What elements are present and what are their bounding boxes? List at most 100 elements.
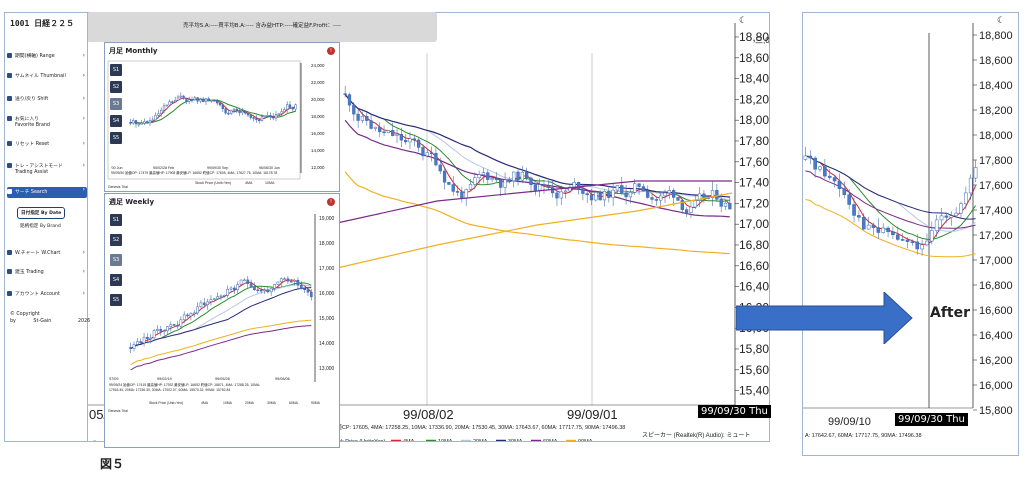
bar-info-text: 99/09/30 始値OP: 17479 最高値HP: 17908 最安値LP:… xyxy=(111,170,277,175)
candle xyxy=(676,197,680,201)
candle xyxy=(628,191,633,198)
legend-label: 4MA xyxy=(245,181,253,185)
speed-button-s5[interactable]: S5 xyxy=(110,294,122,306)
sidebar: 1001 日経２２５ 期間(横軸) Range › サムネイル Thumbnail ›… xyxy=(4,12,90,442)
chevron-right-icon: › xyxy=(82,72,85,79)
chevron-right-icon: › xyxy=(82,290,85,297)
sidebar-item-3[interactable]: お気に入り Favorite Brand › xyxy=(7,116,87,129)
weekly-chart-panel[interactable]: 週足 Weekly ! 19,000 18,000 17,000 16,000 15,0… xyxy=(104,193,340,448)
candle xyxy=(684,209,689,213)
sidebar-item-6[interactable]: サーチ Search › xyxy=(7,187,87,198)
sidebar-item-9[interactable]: アカウント Account › xyxy=(7,291,87,298)
sidebar-item-5[interactable]: トレ・アシストモード Trading Assist › xyxy=(7,163,87,176)
right-arrow-icon xyxy=(736,292,913,344)
candle xyxy=(598,192,602,201)
candle xyxy=(263,289,266,291)
sidebar-item-label: 期間(横軸) Range xyxy=(15,54,55,59)
sidebar-item-8[interactable]: 建玉 Trading › xyxy=(7,269,87,276)
candle xyxy=(646,190,650,198)
candle xyxy=(702,193,706,198)
candle xyxy=(283,278,286,280)
candle xyxy=(152,330,156,339)
candle xyxy=(473,177,477,185)
sidebar-item-0[interactable]: 期間(横軸) Range › xyxy=(7,53,87,60)
sidebar-item-4[interactable]: リセット Reset › xyxy=(7,141,87,148)
brand-logo: St-Gain xyxy=(33,319,52,324)
candle xyxy=(546,185,550,188)
search-by-date-item[interactable]: 日付指定 By Date xyxy=(17,207,66,219)
candle xyxy=(395,134,399,136)
speed-button-s5[interactable]: S5 xyxy=(110,132,122,144)
after-candlestick-chart: 18,800 18,600 18,400 18,200 18,000 17,800 17,6… xyxy=(803,23,1013,439)
candle xyxy=(559,191,563,199)
candle xyxy=(154,115,157,121)
candle xyxy=(468,184,473,190)
candle xyxy=(286,278,290,282)
trade-icon xyxy=(7,269,12,274)
candle xyxy=(378,126,382,133)
candle xyxy=(689,206,693,213)
speed-button-s2[interactable]: S2 xyxy=(110,234,122,246)
x-axis-label: 96/06/30 Jun xyxy=(259,166,280,170)
candle xyxy=(224,108,227,114)
candle xyxy=(232,108,236,112)
candle xyxy=(442,170,447,183)
speed-button-s1[interactable]: S1 xyxy=(110,64,122,76)
candle xyxy=(260,116,264,121)
candle xyxy=(900,239,905,241)
sidebar-item-1[interactable]: サムネイル Thumbnail › xyxy=(7,73,87,80)
after-chart-panel[interactable]: 18,800 18,600 18,400 18,200 18,000 17,800 17,6… xyxy=(802,12,1019,456)
y-axis-header: 三,0 xyxy=(755,36,769,45)
candle xyxy=(166,326,169,332)
speed-button-s2[interactable]: S2 xyxy=(110,81,122,93)
candle xyxy=(263,115,266,118)
candle xyxy=(258,119,261,122)
candle xyxy=(386,130,391,133)
candle xyxy=(137,123,140,126)
legend-label: 30MA xyxy=(267,401,277,405)
sidebar-item-label: 送り/戻り Shift xyxy=(15,97,49,102)
search-icon xyxy=(7,189,12,194)
candle xyxy=(246,113,250,116)
candle xyxy=(219,295,223,298)
y-tick-label: 17,200 xyxy=(979,230,1013,242)
candle xyxy=(529,177,533,185)
theme-toggle-icon[interactable]: ☾ xyxy=(997,16,1005,26)
speed-button-s4[interactable]: S4 xyxy=(110,115,122,127)
audio-status-text: スピーカー (Realtek(R) Audio): ミュート xyxy=(642,432,750,439)
sidebar-item-7[interactable]: W.チャート W.Chart › xyxy=(7,250,87,257)
candle xyxy=(832,177,837,182)
speed-button-s1[interactable]: S1 xyxy=(110,214,122,226)
candle xyxy=(190,99,194,101)
candle xyxy=(213,100,216,102)
candle xyxy=(512,171,516,182)
candle xyxy=(303,288,306,291)
speed-button-s3[interactable]: S3 xyxy=(110,254,122,266)
ma-line xyxy=(130,325,312,371)
legend-label: Stock Price (Unit=Yen) xyxy=(195,181,231,185)
legend-label: 4MA xyxy=(403,439,415,441)
x-axis-label: '00 Jun xyxy=(111,166,122,170)
sidebar-item-label: サーチ Search xyxy=(15,190,48,195)
monthly-chart-panel[interactable]: 月足 Monthly ! 24,000 22,000 20,000 18,000 16,… xyxy=(104,42,340,192)
candle xyxy=(165,104,168,107)
search-by-brand-item[interactable]: 銘柄指定 By Brand xyxy=(17,221,64,231)
candle xyxy=(277,113,280,115)
star-icon xyxy=(7,116,12,121)
candle xyxy=(255,118,258,121)
candle xyxy=(182,95,185,99)
y-tick-label: 17,600 xyxy=(979,180,1013,192)
candle xyxy=(146,336,149,340)
candle xyxy=(842,188,847,195)
candle xyxy=(230,110,233,114)
y-tick-label: 18,400 xyxy=(739,72,769,86)
assist-icon xyxy=(7,163,12,168)
theme-toggle-icon[interactable]: ☾ xyxy=(739,16,747,26)
speed-button-s4[interactable]: S4 xyxy=(110,274,122,286)
candle xyxy=(421,147,425,157)
y-tick-label: 14,000 xyxy=(311,148,325,153)
speed-button-s3[interactable]: S3 xyxy=(110,98,122,110)
candle xyxy=(429,152,434,155)
sidebar-item-2[interactable]: 送り/戻り Shift › xyxy=(7,96,87,103)
candle xyxy=(299,284,303,290)
